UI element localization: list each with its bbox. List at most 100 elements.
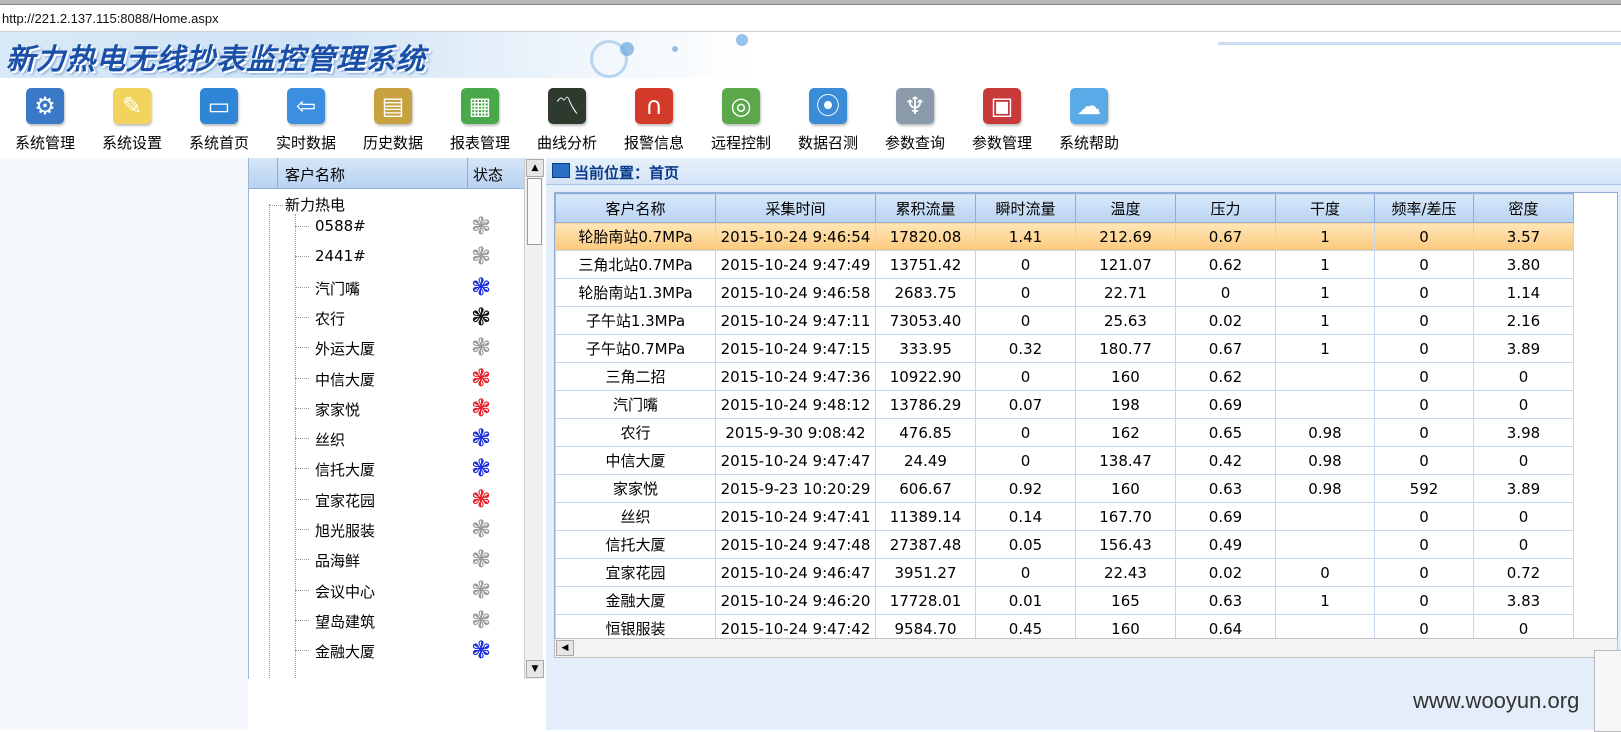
tree-scrollbar[interactable]: ▲ ▼ (524, 158, 544, 679)
scroll-thumb[interactable] (527, 178, 542, 245)
calendar-icon[interactable]: ▣ (983, 88, 1021, 124)
tree-item[interactable]: 中信大厦 ❃ (249, 363, 525, 394)
toolbar-button-label[interactable]: 参数查询 (870, 132, 960, 153)
toolbar-button-label[interactable]: 报警信息 (609, 132, 699, 153)
table-row[interactable]: 农行 2015-9-30 9:08:42 476.85 0 162 0.65 0.98 0 3.… (555, 418, 1574, 447)
toolbar-button[interactable]: ⚙ 系统管理 (0, 84, 90, 156)
table-row[interactable]: 丝织 2015-10-24 9:47:41 11389.14 0.14 167.70 0.… (555, 502, 1574, 531)
toolbar-button[interactable]: ▣ 参数管理 (957, 84, 1047, 156)
toolbar-button-label[interactable]: 系统设置 (87, 132, 177, 153)
tree-item[interactable]: 外运大厦 ❃ (249, 332, 525, 363)
tree-item[interactable]: 旭光服装 ❃ (249, 514, 525, 545)
toolbar-button[interactable]: ∩ 报警信息 (609, 84, 699, 156)
table-row[interactable]: 轮胎南站1.3MPa 2015-10-24 9:46:58 2683.75 0 22.7… (555, 278, 1574, 307)
tree-item-name[interactable]: 金融大厦 (315, 641, 375, 662)
tree-item[interactable]: 农行 ❃ (249, 302, 525, 333)
toolbar-button[interactable]: ▤ 历史数据 (348, 84, 438, 156)
table-row[interactable]: 信托大厦 2015-10-24 9:47:48 27387.48 0.05 156.43… (555, 530, 1574, 559)
table-row[interactable]: 三角二招 2015-10-24 9:47:36 10922.90 0 160 0.62 0 0 (555, 362, 1574, 391)
table-row[interactable]: 汽门嘴 2015-10-24 9:48:12 13786.29 0.07 198 0.69… (555, 390, 1574, 419)
toolbar-button[interactable]: 〽曲线分析 (522, 84, 612, 156)
table-row[interactable]: 家家悦 2015-9-23 10:20:29 606.67 0.92 160 0.63 0.… (555, 474, 1574, 503)
tree-item-name[interactable]: 汽门嘴 (315, 278, 360, 299)
toolbar-button-label[interactable]: 系统管理 (0, 132, 90, 153)
address-url[interactable]: http://221.2.137.115:8088/Home.aspx (2, 11, 219, 26)
table-row[interactable]: 三角北站0.7MPa 2015-10-24 9:47:49 13751.42 0 121… (555, 250, 1574, 279)
tree-item[interactable]: 0588# ❃ (249, 211, 525, 242)
column-header[interactable]: 温度 (1075, 193, 1176, 223)
toolbar-button[interactable]: ▭ 系统首页 (174, 84, 264, 156)
tree-item-name[interactable]: 2441# (315, 247, 366, 265)
column-header[interactable]: 压力 (1175, 193, 1276, 223)
toolbar-button[interactable]: ♆ 参数查询 (870, 84, 960, 156)
toolbar-button-label[interactable]: 参数管理 (957, 132, 1047, 153)
tree-item-name[interactable]: 旭光服装 (315, 520, 375, 541)
scroll-left-arrow-icon[interactable]: ◀ (556, 640, 574, 656)
table-row[interactable]: 宜家花园 2015-10-24 9:46:47 3951.27 0 22.43 0.02 0… (555, 558, 1574, 587)
column-header[interactable]: 客户名称 (555, 193, 716, 223)
table-row[interactable]: 中信大厦 2015-10-24 9:47:47 24.49 0 138.47 0.42 0.… (555, 446, 1574, 475)
binders-icon[interactable]: ▤ (374, 88, 412, 124)
tree-item-name[interactable]: 宜家花园 (315, 490, 375, 511)
tree-item[interactable]: 金融大厦 ❃ (249, 635, 525, 666)
tree-item[interactable]: 望岛建筑 ❃ (249, 605, 525, 636)
tree-item[interactable]: 会议中心 ❃ (249, 575, 525, 606)
table-row[interactable]: 恒银服装 2015-10-24 9:47:42 9584.70 0.45 160 0.64… (555, 614, 1574, 638)
column-header[interactable]: 累积流量 (875, 193, 976, 223)
scroll-down-arrow-icon[interactable]: ▼ (526, 660, 544, 678)
computer-settings-icon[interactable]: ⚙ (26, 88, 64, 124)
sticky-note-icon[interactable]: ✎ (113, 88, 151, 124)
tree-item[interactable]: 丝织 ❃ (249, 423, 525, 454)
toolbar-button[interactable]: ⦿ 数据召测 (783, 84, 873, 156)
toolbar-button-label[interactable]: 系统首页 (174, 132, 264, 153)
tree-item-name[interactable]: 望岛建筑 (315, 611, 375, 632)
tree-item[interactable]: 家家悦 ❃ (249, 393, 525, 424)
monitor-arrow-icon[interactable]: ⇦ (287, 88, 325, 124)
tree-item[interactable]: 品海鲜 ❃ (249, 544, 525, 575)
magnet-icon[interactable]: ∩ (635, 88, 673, 124)
toolbar-button[interactable]: ☁ 系统帮助 (1044, 84, 1134, 156)
location-value[interactable]: 首页 (649, 164, 679, 182)
column-header[interactable]: 采集时间 (715, 193, 876, 223)
speech-bubble-icon[interactable]: ☁ (1070, 88, 1108, 124)
chart-screen-icon[interactable]: 〽 (548, 88, 586, 124)
antenna-icon[interactable]: ⦿ (809, 88, 847, 124)
tree-item-name[interactable]: 农行 (315, 308, 345, 329)
column-header[interactable]: 干度 (1275, 193, 1375, 223)
tree-item-name[interactable]: 丝织 (315, 429, 345, 450)
table-row[interactable]: 子午站1.3MPa 2015-10-24 9:47:11 73053.40 0 25.6… (555, 306, 1574, 335)
tree-item[interactable]: 信托大厦 ❃ (249, 453, 525, 484)
tree-item-name[interactable]: 品海鲜 (315, 550, 360, 571)
grid-horizontal-scrollbar[interactable]: ◀ (554, 638, 1618, 658)
signal-tower-icon[interactable]: ♆ (896, 88, 934, 124)
toolbar-button-label[interactable]: 报表管理 (435, 132, 525, 153)
table-row[interactable]: 轮胎南站0.7MPa 2015-10-24 9:46:54 17820.08 1.41… (555, 222, 1574, 251)
tree-item[interactable]: 汽门嘴 ❃ (249, 272, 525, 303)
tree-item-name[interactable]: 中信大厦 (315, 369, 375, 390)
target-icon[interactable]: ◎ (722, 88, 760, 124)
tree-item-name[interactable]: 信托大厦 (315, 459, 375, 480)
scroll-up-arrow-icon[interactable]: ▲ (526, 159, 544, 177)
toolbar-button-label[interactable]: 系统帮助 (1044, 132, 1134, 153)
toolbar-button[interactable]: ✎ 系统设置 (87, 84, 177, 156)
toolbar-button-label[interactable]: 曲线分析 (522, 132, 612, 153)
report-stack-icon[interactable]: ▦ (461, 88, 499, 124)
table-row[interactable]: 金融大厦 2015-10-24 9:46:20 17728.01 0.01 165 0.6… (555, 586, 1574, 615)
tree-item-name[interactable]: 0588# (315, 217, 366, 235)
toolbar-button[interactable]: ⇦ 实时数据 (261, 84, 351, 156)
table-row[interactable]: 子午站0.7MPa 2015-10-24 9:47:15 333.95 0.32 180… (555, 334, 1574, 363)
monitor-icon[interactable]: ▭ (200, 88, 238, 124)
toolbar-button[interactable]: ◎ 远程控制 (696, 84, 786, 156)
tree-item[interactable]: 宜家花园 ❃ (249, 484, 525, 515)
column-header[interactable]: 瞬时流量 (975, 193, 1076, 223)
column-header[interactable]: 密度 (1473, 193, 1574, 223)
toolbar-button-label[interactable]: 历史数据 (348, 132, 438, 153)
toolbar-button-label[interactable]: 数据召测 (783, 132, 873, 153)
tree-item[interactable]: 2441# ❃ (249, 241, 525, 272)
toolbar-button[interactable]: ▦ 报表管理 (435, 84, 525, 156)
toolbar-button-label[interactable]: 远程控制 (696, 132, 786, 153)
tree-item-name[interactable]: 会议中心 (315, 581, 375, 602)
tree-item-name[interactable]: 外运大厦 (315, 338, 375, 359)
toolbar-button-label[interactable]: 实时数据 (261, 132, 351, 153)
tree-item-name[interactable]: 家家悦 (315, 399, 360, 420)
